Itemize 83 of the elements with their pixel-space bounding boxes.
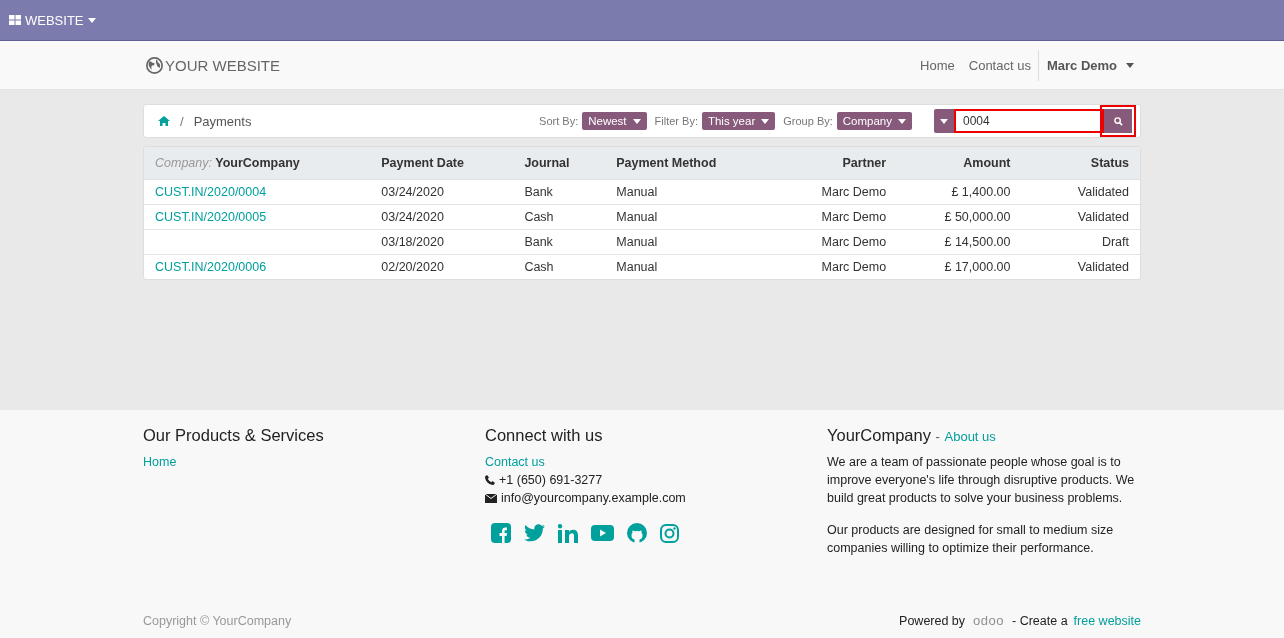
app-menu-button[interactable]: WEBSITE (9, 12, 96, 28)
search-field[interactable]: 0004 (954, 109, 1104, 133)
nav-link[interactable]: Home (913, 57, 962, 73)
column-header: Journal (524, 147, 617, 180)
column-header: Status (1010, 147, 1140, 180)
twitter-icon[interactable] (524, 524, 545, 542)
odoo-logo[interactable]: odoo (973, 613, 1004, 628)
search-icon (1113, 116, 1123, 126)
table-cell: 03/24/2020 (381, 210, 444, 224)
email-address: info@yourcompany.example.com (501, 490, 686, 507)
grid-icon (9, 15, 21, 25)
caret-icon (898, 118, 906, 124)
phone-number: +1 (650) 691-3277 (499, 472, 603, 489)
payment-link[interactable]: CUST.IN/2020/0005 (155, 210, 267, 224)
about-paragraph: Our products are designed for small to medium size companies willing to optimize their performance. (827, 522, 1115, 557)
youtube-icon[interactable] (591, 525, 614, 541)
column-header: Payment Method (616, 147, 774, 180)
footer-heading: Connect with us (485, 426, 604, 445)
create-text: - Create a (1012, 613, 1068, 628)
table-cell: Marc Demo (821, 260, 887, 274)
payment-link[interactable]: CUST.IN/2020/0006 (155, 260, 267, 274)
table-cell: Manual (616, 210, 658, 224)
table-header: Company: YourCompany (144, 147, 382, 180)
table-cell: 02/20/2020 (381, 260, 444, 274)
dropdown-button[interactable]: Newest (582, 112, 647, 130)
linkedin-icon[interactable] (558, 523, 578, 543)
breadcrumb-current: Payments (193, 113, 252, 129)
table-cell: Cash (524, 260, 554, 274)
search-options-button[interactable] (934, 109, 954, 133)
table-cell: £ 1,400.00 (951, 185, 1011, 199)
powered-by-text: Powered by (899, 613, 966, 628)
control-label: Group By: (783, 115, 833, 127)
home-icon[interactable] (158, 116, 170, 126)
table-cell: 03/18/2020 (381, 235, 444, 249)
website-logo[interactable]: YOUR WEBSITE (146, 56, 280, 74)
table-cell: Validated (1077, 210, 1129, 224)
search-button[interactable] (1100, 105, 1136, 137)
dropdown-button[interactable]: This year (701, 112, 776, 130)
caret-icon (632, 118, 641, 124)
free-website-link[interactable]: free website (1073, 613, 1141, 628)
table-cell: Validated (1077, 260, 1129, 274)
instagram-icon[interactable] (660, 523, 679, 543)
table-cell: Marc Demo (821, 210, 887, 224)
caret-icon (761, 118, 770, 124)
nav-link[interactable]: Contact us (961, 57, 1038, 73)
footer-link[interactable]: Home (143, 453, 485, 471)
table-cell: Manual (616, 235, 658, 249)
breadcrumb-separator: / (180, 113, 184, 129)
table-cell: 03/24/2020 (381, 185, 444, 199)
copyright-text: Copyright © YourCompany (143, 613, 292, 628)
table-cell: Manual (616, 185, 658, 199)
caret-icon (940, 118, 948, 124)
envelope-icon (485, 493, 497, 503)
control-label: Filter By: (654, 115, 698, 127)
payment-link[interactable]: CUST.IN/2020/0004 (155, 185, 267, 199)
table-cell: Marc Demo (821, 235, 887, 249)
table-cell: £ 14,500.00 (944, 235, 1011, 249)
table-cell: Bank (524, 235, 553, 249)
about-paragraph: We are a team of passionate people whose goal is to improve everyone's life through disruptive products. We build great products to solve your business problems. (827, 454, 1136, 507)
user-menu[interactable]: Marc Demo (1037, 49, 1141, 81)
table-cell: Validated (1077, 185, 1129, 199)
column-header: Amount (886, 147, 1011, 180)
footer-link[interactable]: Contact us (485, 453, 827, 471)
table-cell: £ 50,000.00 (944, 210, 1011, 224)
globe-icon (146, 56, 163, 74)
dropdown-button[interactable]: Company (836, 112, 912, 130)
column-header: Payment Date (381, 147, 525, 180)
table-cell: Bank (524, 185, 553, 199)
control-label: Sort By: (539, 115, 579, 127)
table-cell: Cash (524, 210, 554, 224)
caret-icon (87, 17, 96, 23)
table-cell: Manual (616, 260, 658, 274)
phone-icon (485, 475, 495, 485)
table-cell: Marc Demo (821, 185, 887, 199)
github-icon[interactable] (627, 523, 647, 543)
table-cell: £ 17,000.00 (944, 260, 1011, 274)
facebook-icon[interactable] (491, 523, 511, 543)
column-header: Partner (773, 147, 887, 180)
about-link[interactable]: About us (944, 429, 996, 444)
footer-heading: YourCompany - About us (827, 426, 997, 445)
caret-icon (1126, 62, 1134, 68)
footer-heading: Our Products & Services (143, 426, 325, 445)
table-cell: Draft (1101, 235, 1129, 249)
